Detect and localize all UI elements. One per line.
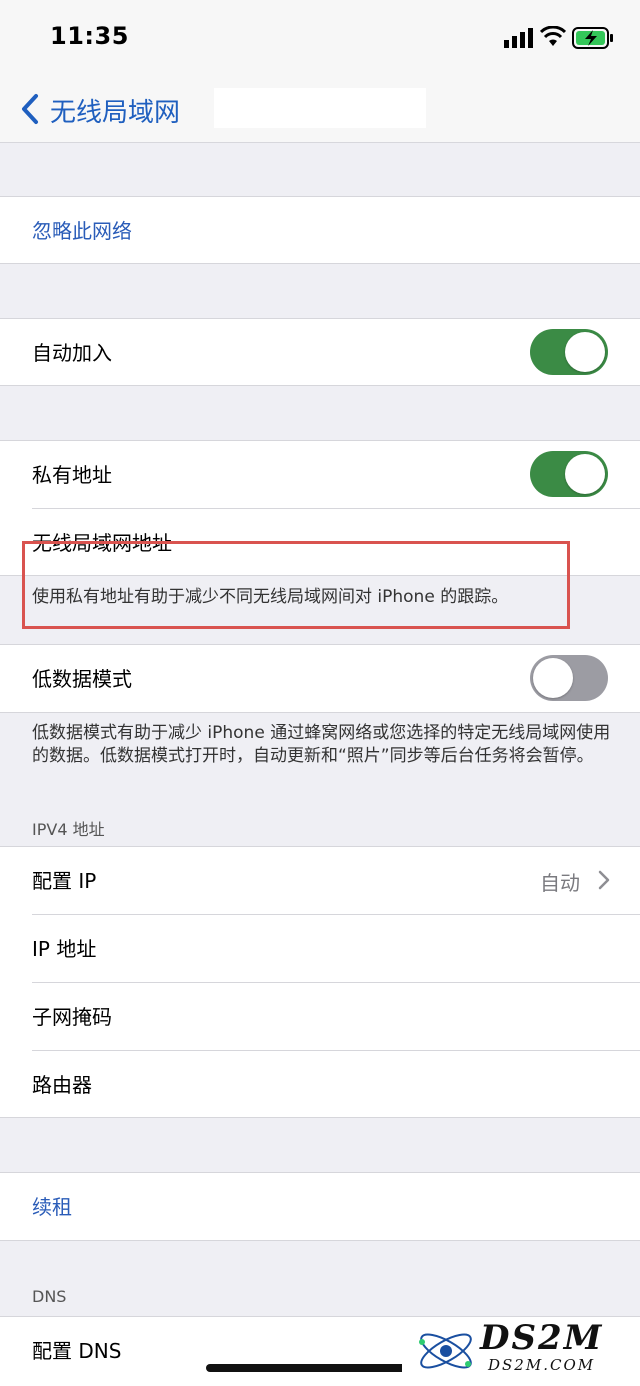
auto-join-row: 自动加入: [0, 319, 640, 386]
dns-section-header: DNS: [32, 1287, 67, 1306]
configure-ip-row[interactable]: 配置 IP 自动: [0, 847, 640, 914]
forget-network-label: 忽略此网络: [32, 219, 132, 243]
low-data-label: 低数据模式: [32, 667, 132, 691]
forget-network-button[interactable]: 忽略此网络: [0, 197, 640, 264]
cellular-signal-icon: [504, 28, 533, 48]
configure-dns-label: 配置 DNS: [32, 1339, 122, 1363]
auto-join-toggle[interactable]: [530, 329, 608, 375]
ipv4-section-header: IPV4 地址: [32, 820, 105, 839]
back-button[interactable]: 无线局域网: [50, 92, 180, 129]
chevron-right-icon: [598, 870, 610, 890]
router-row: 路由器: [0, 1051, 640, 1118]
subnet-mask-row: 子网掩码: [0, 983, 640, 1050]
low-data-row: 低数据模式: [0, 645, 640, 712]
private-address-toggle[interactable]: [530, 451, 608, 497]
ip-address-row: IP 地址: [0, 915, 640, 982]
wifi-icon: [540, 26, 566, 46]
watermark-text: DS2M: [480, 1318, 604, 1358]
toggle-knob: [565, 332, 605, 372]
subnet-mask-label: 子网掩码: [32, 1005, 112, 1029]
battery-charging-icon: [572, 27, 613, 49]
renew-group: 续租: [0, 1172, 640, 1241]
ipv4-group: 配置 IP 自动 IP 地址 子网掩码 路由器: [0, 846, 640, 1118]
atom-logo-icon: [419, 1333, 472, 1369]
toggle-knob: [565, 454, 605, 494]
watermark-subtext: DS2M.COM: [488, 1356, 596, 1374]
renew-lease-button[interactable]: 续租: [0, 1173, 640, 1240]
low-data-group: 低数据模式: [0, 644, 640, 713]
status-time: 11:35: [50, 22, 129, 50]
configure-ip-label: 配置 IP: [32, 869, 97, 893]
configure-ip-value: 自动: [540, 871, 580, 895]
router-label: 路由器: [32, 1073, 92, 1097]
redacted-title-area: [214, 88, 426, 128]
ip-address-label: IP 地址: [32, 937, 97, 961]
private-address-row: 私有地址: [0, 441, 640, 508]
back-chevron-icon[interactable]: [18, 92, 44, 126]
auto-join-group: 自动加入: [0, 318, 640, 386]
toggle-knob: [533, 658, 573, 698]
low-data-footer: 低数据模式有助于减少 iPhone 通过蜂窝网络或您选择的特定无线局域网使用的数…: [32, 723, 611, 766]
auto-join-label: 自动加入: [32, 341, 112, 365]
low-data-toggle[interactable]: [530, 655, 608, 701]
private-address-label: 私有地址: [32, 463, 112, 487]
renew-lease-label: 续租: [32, 1195, 72, 1219]
highlight-box: [22, 541, 570, 629]
forget-network-group: 忽略此网络: [0, 196, 640, 264]
